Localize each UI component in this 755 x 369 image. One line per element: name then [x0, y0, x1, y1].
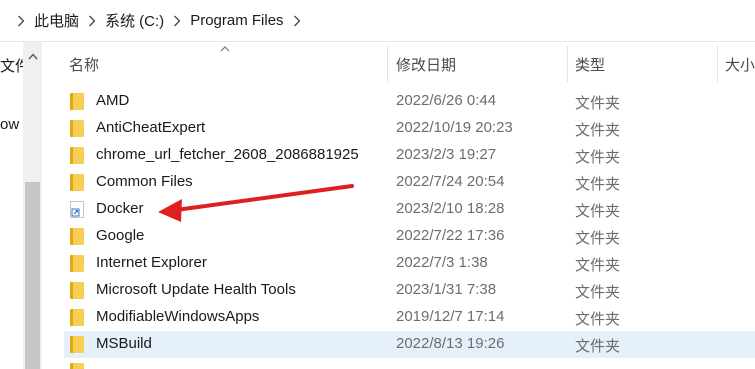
folder-icon	[70, 336, 84, 353]
file-modified-date: 2023/1/31 7:38	[396, 281, 497, 298]
file-list[interactable]: AMD 2022/6/26 0:44 文件夹 AntiCheatExpert 2022/…	[64, 88, 755, 369]
file-type: 文件夹	[575, 338, 621, 355]
file-name[interactable]: MSBuild	[96, 335, 152, 352]
file-row[interactable]: Microsoft Update Health Tools 2023/1/31 7…	[64, 277, 755, 304]
file-type: 文件夹	[575, 149, 621, 166]
file-modified-date: 2019/12/7 17:14	[396, 308, 505, 325]
file-type: 文件夹	[575, 176, 621, 193]
folder-icon	[70, 282, 84, 299]
file-row[interactable]: AntiCheatExpert 2022/10/19 20:23 文件夹	[64, 115, 755, 142]
folder-icon	[70, 363, 84, 369]
chevron-right-icon[interactable]	[84, 13, 100, 29]
file-row[interactable]: Internet Explorer 2022/7/3 1:38 文件夹	[64, 250, 755, 277]
file-type: 文件夹	[575, 230, 621, 247]
chevron-right-icon[interactable]	[289, 13, 305, 29]
file-name[interactable]: Google	[96, 227, 144, 244]
file-modified-date: 2022/10/19 20:23	[396, 119, 513, 136]
folder-icon	[70, 174, 84, 191]
column-divider[interactable]	[387, 46, 388, 82]
folder-icon	[70, 255, 84, 272]
folder-icon	[70, 228, 84, 245]
file-type: 文件夹	[575, 95, 621, 112]
file-name[interactable]: Internet Explorer	[96, 254, 207, 271]
column-header-type[interactable]: 类型	[575, 42, 605, 86]
nav-item-label[interactable]: ow	[0, 116, 19, 133]
file-modified-date: 2023/2/3 19:27	[396, 146, 497, 163]
folder-icon	[70, 93, 84, 110]
file-type: 文件夹	[575, 203, 621, 220]
file-modified-date: 2022/7/24 20:54	[396, 173, 505, 190]
file-name[interactable]: ModifiableWindowsApps	[96, 308, 259, 325]
breadcrumb-this-pc[interactable]: 此电脑	[34, 10, 79, 31]
file-name[interactable]: Docker	[96, 200, 144, 217]
file-modified-date: 2023/2/10 18:28	[396, 200, 505, 217]
file-row[interactable]: Google 2022/7/22 17:36 文件夹	[64, 223, 755, 250]
file-name[interactable]: chrome_url_fetcher_2608_2086881925	[96, 146, 359, 163]
file-row[interactable]	[64, 358, 755, 369]
folder-icon	[70, 120, 84, 137]
file-row[interactable]: Docker 2023/2/10 18:28 文件夹	[64, 196, 755, 223]
chevron-right-icon[interactable]	[13, 13, 29, 29]
folder-icon	[70, 147, 84, 164]
column-header-size[interactable]: 大小	[725, 42, 755, 86]
file-row[interactable]: AMD 2022/6/26 0:44 文件夹	[64, 88, 755, 115]
address-bar[interactable]: 此电脑 系统 (C:) Program Files	[0, 0, 755, 42]
file-name[interactable]: Microsoft Update Health Tools	[96, 281, 296, 298]
file-name[interactable]: AMD	[96, 92, 129, 109]
file-type: 文件夹	[575, 284, 621, 301]
file-modified-date: 2022/8/13 19:26	[396, 335, 505, 352]
breadcrumb-system-drive[interactable]: 系统 (C:)	[105, 10, 164, 31]
folder-icon	[70, 309, 84, 326]
column-header-date[interactable]: 修改日期	[396, 42, 456, 86]
shortcut-icon	[70, 201, 84, 218]
nav-scrollbar-thumb[interactable]	[25, 182, 40, 369]
column-divider[interactable]	[717, 46, 718, 82]
chevron-right-icon[interactable]	[169, 13, 185, 29]
file-modified-date: 2022/6/26 0:44	[396, 92, 497, 109]
navigation-pane[interactable]: 文件 ow	[0, 42, 42, 369]
file-modified-date: 2022/7/22 17:36	[396, 227, 505, 244]
column-divider[interactable]	[567, 46, 568, 82]
file-row[interactable]: MSBuild 2022/8/13 19:26 文件夹	[64, 331, 755, 358]
file-modified-date: 2022/7/3 1:38	[396, 254, 488, 271]
breadcrumb-program-files[interactable]: Program Files	[190, 12, 283, 29]
file-name[interactable]: AntiCheatExpert	[96, 119, 205, 136]
file-name[interactable]: Common Files	[96, 173, 193, 190]
file-row[interactable]: ModifiableWindowsApps 2019/12/7 17:14 文件夹	[64, 304, 755, 331]
sort-ascending-icon	[220, 46, 230, 52]
scroll-up-arrow-icon[interactable]	[23, 48, 42, 64]
nav-scrollbar[interactable]	[23, 42, 42, 369]
file-type: 文件夹	[575, 311, 621, 328]
file-type: 文件夹	[575, 122, 621, 139]
file-row[interactable]: Common Files 2022/7/24 20:54 文件夹	[64, 169, 755, 196]
file-type: 文件夹	[575, 257, 621, 274]
column-header-name[interactable]: 名称	[69, 42, 99, 86]
file-row[interactable]: chrome_url_fetcher_2608_2086881925 2023/2…	[64, 142, 755, 169]
